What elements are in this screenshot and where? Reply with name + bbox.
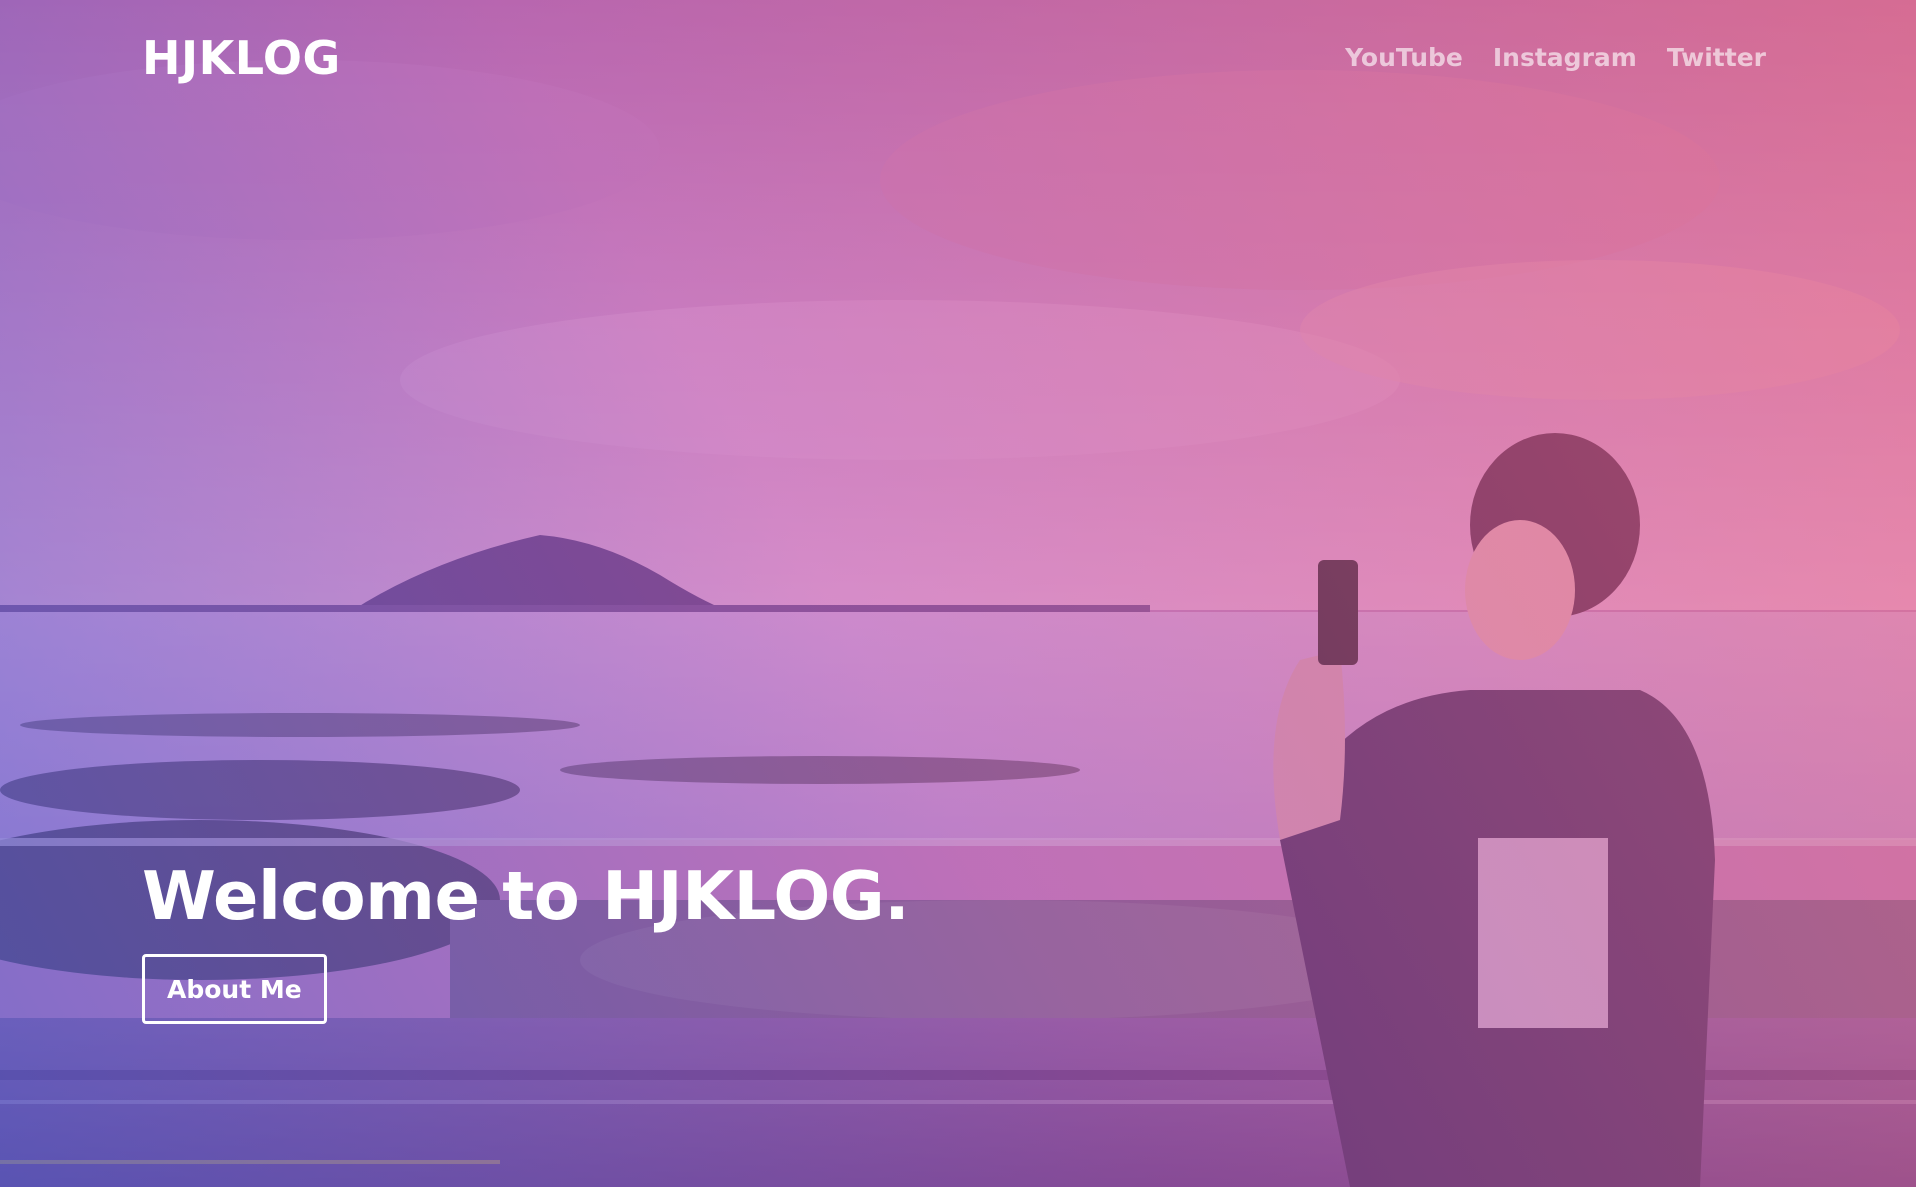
nav-item-twitter: Twitter bbox=[1667, 42, 1766, 74]
nav-item-youtube: YouTube bbox=[1345, 42, 1463, 74]
nav-link-twitter[interactable]: Twitter bbox=[1667, 43, 1766, 72]
hero-content: Welcome to HJKLOG. About Me bbox=[142, 857, 910, 1024]
nav-links: YouTube Instagram Twitter bbox=[1345, 42, 1766, 74]
nav-item-instagram: Instagram bbox=[1493, 42, 1637, 74]
hero-title: Welcome to HJKLOG. bbox=[142, 857, 910, 935]
top-navbar: HJKLOG YouTube Instagram Twitter bbox=[0, 0, 1916, 120]
nav-link-instagram[interactable]: Instagram bbox=[1493, 43, 1637, 72]
nav-link-youtube[interactable]: YouTube bbox=[1345, 43, 1463, 72]
about-me-button[interactable]: About Me bbox=[142, 954, 327, 1024]
hero-section: HJKLOG YouTube Instagram Twitter Welcome… bbox=[0, 0, 1916, 1187]
brand-logo[interactable]: HJKLOG bbox=[142, 30, 341, 86]
